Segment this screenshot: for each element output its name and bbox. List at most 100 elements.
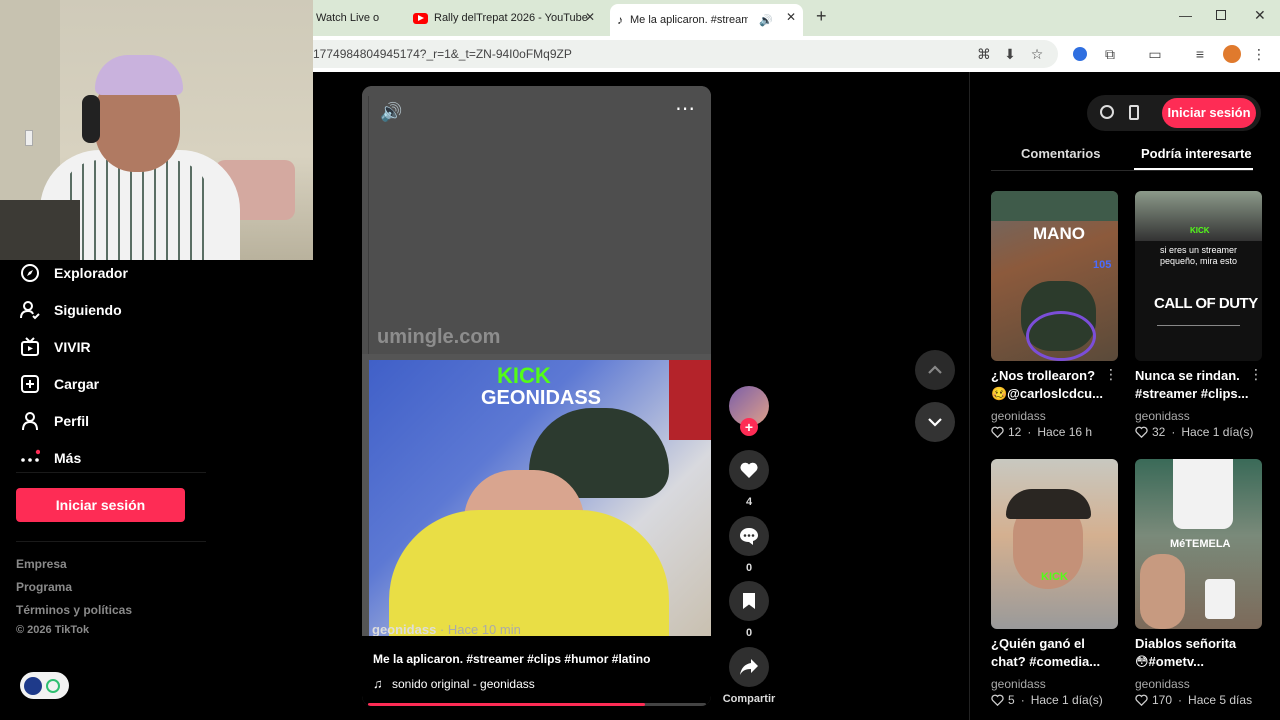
card-title[interactable]: Nunca se rindan. xyxy=(1135,367,1265,385)
follow-plus-button[interactable]: + xyxy=(740,418,758,436)
thumb-text: MANO xyxy=(1033,224,1085,243)
footer-link-company[interactable]: Empresa xyxy=(16,557,67,571)
explore-compass-icon[interactable] xyxy=(1100,105,1114,119)
card-time: Hace 1 día(s) xyxy=(1181,425,1254,439)
thumb-text: si eres un streamer pequeño, mira esto xyxy=(1159,245,1238,266)
like-button[interactable] xyxy=(729,450,769,490)
extension-logo-icon xyxy=(24,676,42,695)
footer-link-program[interactable]: Programa xyxy=(16,580,72,594)
video-card-thumb[interactable]: KICK xyxy=(991,459,1118,629)
media-controls-icon[interactable]: ≡ xyxy=(1191,45,1209,63)
nav-following[interactable]: Siguiendo xyxy=(20,295,122,325)
tab-tiktok-active[interactable]: ♪ Me la aplicaron. #streamer 🔊 xyxy=(610,4,803,36)
card-title[interactable]: Diablos señorita xyxy=(1135,635,1265,653)
video-card-thumb[interactable]: MéTEMELA xyxy=(1135,459,1262,629)
card-likes: 170 xyxy=(1152,693,1173,707)
chevron-down-icon xyxy=(928,418,942,427)
nav-label: Más xyxy=(54,450,82,466)
share-button[interactable] xyxy=(729,647,769,687)
bookmark-icon xyxy=(743,593,755,609)
bookmark-star-icon[interactable]: ☆ xyxy=(1028,45,1046,63)
nav-explore[interactable]: Explorador xyxy=(20,258,128,288)
card-time: Hace 16 h xyxy=(1037,425,1093,439)
maximize-icon[interactable] xyxy=(1216,10,1226,20)
nav-label: Explorador xyxy=(54,265,128,281)
video-caption[interactable]: Me la aplicaron. #streamer #clips #humor… xyxy=(373,652,650,666)
previous-video-button[interactable] xyxy=(915,350,955,390)
nav-more[interactable]: Más xyxy=(20,443,81,473)
tab-comments[interactable]: Comentarios xyxy=(1021,146,1100,161)
more-options-icon[interactable]: ⋯ xyxy=(675,96,696,121)
card-time: Hace 1 día(s) xyxy=(1030,693,1103,707)
cast-icon[interactable]: ▭ xyxy=(1146,45,1164,63)
tab-youtube[interactable]: Rally delTrepat 2026 - YouTube xyxy=(413,4,603,32)
url-field[interactable]: 1774984804945174?_r=1&_t=ZN-94I0oFMq9ZP xyxy=(313,40,1058,68)
heart-outline-icon xyxy=(1135,426,1148,438)
tab-title: Rally delTrepat 2026 - YouTube xyxy=(434,12,588,24)
compass-icon xyxy=(20,263,40,283)
card-author[interactable]: geonidass xyxy=(1135,677,1190,691)
tab-recommended[interactable]: Podría interesarte xyxy=(1141,146,1252,161)
overlay-author[interactable]: geonidass xyxy=(372,622,436,637)
thumb-kick: KICK xyxy=(1041,571,1068,583)
comment-button[interactable] xyxy=(729,516,769,556)
tab-watch-live[interactable]: Watch Live o xyxy=(315,4,401,32)
next-video-button[interactable] xyxy=(915,402,955,442)
extensions-puzzle-icon[interactable]: ⧉ xyxy=(1101,45,1119,63)
card-menu-icon[interactable]: ⋮ xyxy=(1249,366,1263,383)
video-card-thumb[interactable]: KICK si eres un streamer pequeño, mira e… xyxy=(1135,191,1262,361)
volume-icon[interactable]: 🔊 xyxy=(380,102,402,123)
card-author[interactable]: geonidass xyxy=(1135,409,1190,423)
card-title[interactable]: ¿Quién ganó el xyxy=(991,635,1121,653)
save-count: 0 xyxy=(745,627,753,639)
card-title-line2[interactable]: #streamer #clips... xyxy=(1135,385,1265,403)
card-author[interactable]: geonidass xyxy=(991,677,1046,691)
live-tv-icon xyxy=(20,337,40,357)
share-label: Compartir xyxy=(722,693,776,705)
close-window-icon[interactable]: ✕ xyxy=(1254,7,1266,24)
thumb-kick: KICK xyxy=(1190,226,1210,235)
floating-extension-widget[interactable] xyxy=(20,672,69,699)
new-tab-button[interactable]: + xyxy=(816,6,827,27)
phone-app-icon[interactable] xyxy=(1129,105,1139,120)
profile-avatar[interactable] xyxy=(1223,45,1241,63)
translate-icon[interactable]: ⌘ xyxy=(975,45,993,63)
separator-dot: · xyxy=(1178,693,1183,707)
card-title-line2[interactable]: 😳#ometv... xyxy=(1135,653,1265,671)
card-stats: 5 · Hace 1 día(s) xyxy=(991,693,1103,707)
card-title-line2[interactable]: chat? #comedia... xyxy=(991,653,1121,671)
channel-name-overlay: GEONIDASS xyxy=(481,387,602,409)
card-stats: 32 · Hace 1 día(s) xyxy=(1135,425,1253,439)
nav-label: Perfil xyxy=(54,413,90,429)
heart-outline-icon xyxy=(991,426,1004,438)
progress-bar[interactable] xyxy=(368,703,706,706)
card-menu-icon[interactable]: ⋮ xyxy=(1104,366,1118,383)
copyright: © 2026 TikTok xyxy=(16,624,90,636)
minimize-icon[interactable]: — xyxy=(1179,8,1192,23)
video-player[interactable]: umingle.com 🔊 ⋯ KICK GEONIDASS geonidass… xyxy=(362,86,711,706)
menu-kebab-icon[interactable]: ⋮ xyxy=(1250,45,1268,63)
save-button[interactable] xyxy=(729,581,769,621)
card-author[interactable]: geonidass xyxy=(991,409,1046,423)
card-stats: 170 · Hace 5 días xyxy=(1135,693,1252,707)
extension-blue-icon[interactable] xyxy=(1073,47,1087,61)
sidebar-login-button[interactable]: Iniciar sesión xyxy=(16,488,185,522)
close-icon[interactable]: ✕ xyxy=(786,10,796,24)
nav-profile[interactable]: Perfil xyxy=(20,406,89,436)
header-login-button[interactable]: Iniciar sesión xyxy=(1162,98,1256,128)
nav-live[interactable]: VIVIR xyxy=(20,332,91,362)
footer-link-terms[interactable]: Términos y políticas xyxy=(16,603,132,617)
video-upper-frame: umingle.com xyxy=(362,86,711,354)
profile-icon xyxy=(20,411,40,431)
nav-upload[interactable]: Cargar xyxy=(20,369,99,399)
tab-title: Me la aplicaron. #streamer xyxy=(630,14,748,26)
install-app-icon[interactable]: ⬇ xyxy=(1001,45,1019,63)
progress-fill xyxy=(368,703,646,706)
audio-playing-icon[interactable]: 🔊 xyxy=(759,14,773,27)
watermark-text: umingle.com xyxy=(377,326,501,348)
card-title[interactable]: ¿Nos trollearon? xyxy=(991,367,1121,385)
card-title-line2[interactable]: 🥴@carloslcdcu... xyxy=(991,385,1121,403)
close-icon[interactable]: ✕ xyxy=(585,10,595,24)
sound-name[interactable]: sonido original - geonidass xyxy=(392,677,535,691)
video-card-thumb[interactable]: MANO 105 xyxy=(991,191,1118,361)
